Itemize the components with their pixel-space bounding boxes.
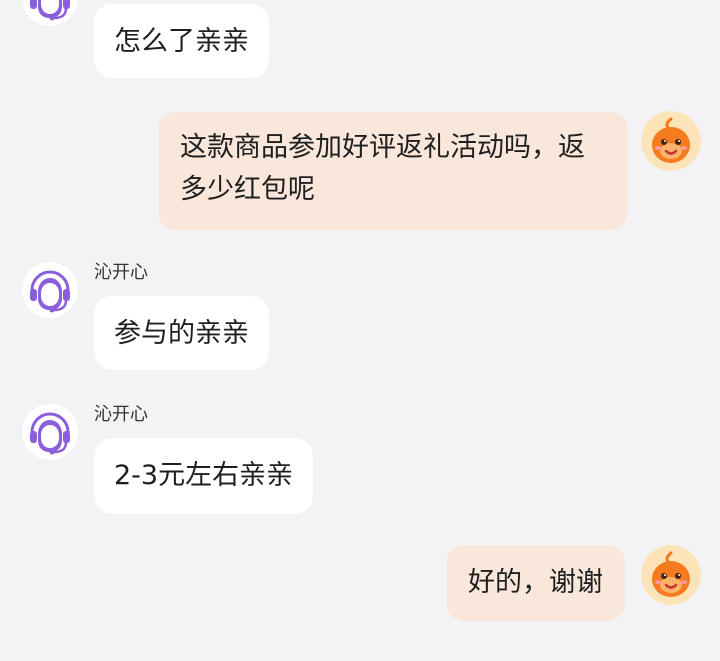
agent-avatar[interactable] xyxy=(22,404,78,460)
user-avatar[interactable] xyxy=(641,111,701,171)
message-text: 参与的亲亲 xyxy=(114,318,249,349)
agent-avatar[interactable] xyxy=(22,0,78,26)
sender-name: 沁开心 xyxy=(94,262,148,283)
user-avatar[interactable] xyxy=(641,545,701,605)
agent-message-bubble: 2-3元左右亲亲 xyxy=(94,438,314,514)
customer-service-headset-icon xyxy=(22,262,78,318)
agent-avatar[interactable] xyxy=(22,262,78,318)
message-text: 这款商品参加好评返礼活动吗，返多少红包呢 xyxy=(180,132,585,205)
message-text: 好的，谢谢 xyxy=(468,567,603,598)
user-message-bubble: 好的，谢谢 xyxy=(446,545,625,621)
customer-service-headset-icon xyxy=(22,404,78,460)
agent-message-bubble: 怎么了亲亲 xyxy=(94,4,269,78)
agent-message-bubble: 参与的亲亲 xyxy=(94,296,269,370)
orange-mascot-icon xyxy=(641,545,701,605)
sender-name: 沁开心 xyxy=(94,404,148,425)
message-text: 怎么了亲亲 xyxy=(114,26,249,57)
customer-service-headset-icon xyxy=(22,0,78,26)
user-message-bubble: 这款商品参加好评返礼活动吗，返多少红包呢 xyxy=(158,112,628,230)
orange-mascot-icon xyxy=(641,111,701,171)
message-text: 2-3元左右亲亲 xyxy=(114,460,294,491)
